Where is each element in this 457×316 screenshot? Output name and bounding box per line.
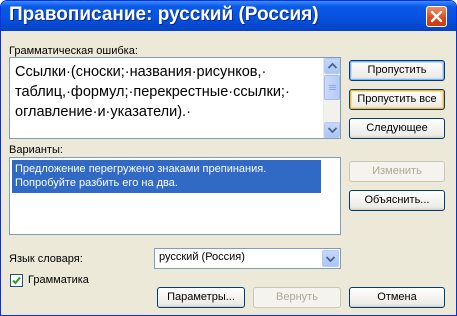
window-title: Правописание: русский (Россия) (9, 4, 319, 25)
chevron-down-icon (326, 256, 335, 262)
dictionary-language-label: Язык словаря: (9, 253, 83, 265)
grammar-checkbox[interactable] (10, 274, 23, 287)
close-button[interactable] (426, 6, 447, 27)
spelling-dialog: Правописание: русский (Россия) Грамматич… (0, 0, 457, 316)
skip-button[interactable]: Пропустить (349, 60, 445, 81)
scroll-up-button[interactable] (324, 58, 340, 74)
close-icon (430, 10, 443, 23)
options-button[interactable]: Параметры... (157, 287, 245, 308)
title-bar[interactable]: Правописание: русский (Россия) (1, 1, 456, 31)
suggestion-line: Предложение перегружено знаками препинан… (15, 163, 267, 175)
cancel-button[interactable]: Отмена (349, 287, 445, 308)
grammar-checkbox-label: Грамматика (28, 274, 89, 286)
next-button[interactable]: Следующее (349, 118, 445, 139)
error-sentence: Ссылки·(сноски;·названия·рисунков,· табл… (15, 62, 315, 122)
checkmark-icon (12, 276, 21, 285)
dictionary-language-value: русский (Россия) (159, 251, 245, 263)
suggestions-list[interactable]: Предложение перегружено знаками препинан… (9, 157, 341, 235)
skip-all-button[interactable]: Пропустить все (349, 89, 445, 110)
sentence-line: Ссылки·(сноски;·названия·рисунков,· (15, 64, 267, 80)
suggestions-label: Варианты: (9, 144, 63, 156)
dropdown-button[interactable] (322, 250, 339, 267)
sentence-line: таблиц,·формул;·перекрестные·ссылки;· (15, 84, 290, 100)
sentence-line: оглавление·и·указатели).· (15, 104, 191, 120)
list-item[interactable]: Предложение перегружено знаками препинан… (12, 160, 321, 193)
arrow-up-icon (328, 63, 337, 69)
grammar-error-label: Грамматическая ошибка: (9, 45, 138, 57)
grammar-error-textbox[interactable]: Ссылки·(сноски;·названия·рисунков,· табл… (9, 57, 341, 139)
change-button[interactable]: Изменить (349, 161, 445, 182)
vertical-scrollbar[interactable] (323, 58, 340, 138)
scroll-down-button[interactable] (324, 122, 340, 138)
explain-button[interactable]: Объяснить... (349, 190, 445, 211)
suggestion-line: Попробуйте разбить его на два. (15, 177, 178, 189)
dictionary-language-select[interactable]: русский (Россия) (154, 248, 341, 269)
arrow-down-icon (328, 127, 337, 133)
scroll-thumb[interactable] (324, 75, 340, 100)
undo-button[interactable]: Вернуть (253, 287, 341, 308)
